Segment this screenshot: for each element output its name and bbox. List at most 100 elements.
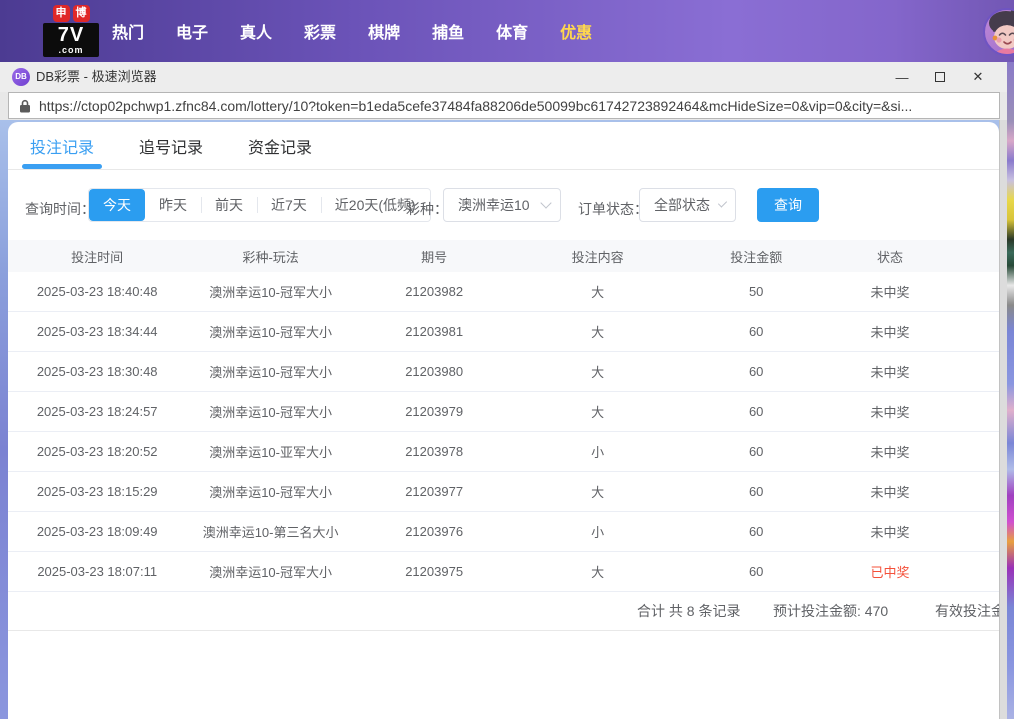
- status-select[interactable]: 全部状态: [639, 188, 736, 222]
- cell-time: 2025-03-23 18:07:11: [8, 564, 186, 579]
- col-header-content: 投注内容: [513, 247, 681, 266]
- cell-amount: 60: [682, 324, 831, 339]
- cell-issue: 21203976: [355, 524, 514, 539]
- search-button[interactable]: 查询: [757, 188, 819, 222]
- table-row: 2025-03-23 18:40:48 澳洲幸运10-冠军大小 21203982…: [8, 272, 999, 312]
- nav-item-live[interactable]: 真人: [238, 15, 274, 47]
- table-row: 2025-03-23 18:15:29 澳洲幸运10-冠军大小 21203977…: [8, 472, 999, 512]
- browser-scrollbar[interactable]: [999, 120, 1007, 719]
- time-option-today[interactable]: 今天: [89, 189, 145, 221]
- cell-game: 澳洲幸运10-冠军大小: [186, 282, 354, 301]
- cell-issue: 21203980: [355, 364, 514, 379]
- table-row: 2025-03-23 18:24:57 澳洲幸运10-冠军大小 21203979…: [8, 392, 999, 432]
- cell-game: 澳洲幸运10-第三名大小: [186, 522, 354, 541]
- cell-status: 未中奖: [831, 322, 950, 341]
- cell-amount: 60: [682, 364, 831, 379]
- table-row: 2025-03-23 18:07:11 澳洲幸运10-冠军大小 21203975…: [8, 552, 999, 592]
- cell-status: 未中奖: [831, 522, 950, 541]
- cell-time: 2025-03-23 18:30:48: [8, 364, 186, 379]
- col-header-time: 投注时间: [8, 247, 186, 266]
- summary-total-count: 合计 共 8 条记录: [637, 592, 740, 631]
- site-logo[interactable]: 申 博 7V .com: [42, 5, 100, 57]
- nav-item-cards[interactable]: 棋牌: [366, 15, 402, 47]
- minimize-icon: —: [896, 70, 909, 85]
- lottery-select-value: 澳洲幸运10: [458, 195, 530, 215]
- tab-bet-records[interactable]: 投注记录: [30, 134, 94, 158]
- cell-issue: 21203982: [355, 284, 514, 299]
- nav-item-promo[interactable]: 优惠: [558, 15, 594, 47]
- lottery-select[interactable]: 澳洲幸运10: [443, 188, 561, 222]
- tab-chase-records[interactable]: 追号记录: [139, 134, 203, 158]
- time-option-yesterday[interactable]: 昨天: [145, 189, 201, 221]
- nav-item-fishing[interactable]: 捕鱼: [430, 15, 466, 47]
- cell-content: 大: [513, 402, 681, 421]
- cell-amount: 50: [682, 284, 831, 299]
- cell-amount: 60: [682, 564, 831, 579]
- close-icon: ✕: [973, 69, 984, 85]
- cell-game: 澳洲幸运10-亚军大小: [186, 442, 354, 461]
- summary-bar: 合计 共 8 条记录 预计投注金额: 470 有效投注金额: [8, 592, 999, 631]
- col-header-game: 彩种-玩法: [186, 247, 354, 266]
- cell-status: 未中奖: [831, 282, 950, 301]
- active-tab-underline: [22, 164, 102, 169]
- records-panel: 投注记录 追号记录 资金记录 查询时间： 今天 昨天 前天 近7天 近20天(低…: [8, 122, 999, 719]
- record-tabs: 投注记录 追号记录 资金记录: [8, 122, 999, 170]
- table-row: 2025-03-23 18:20:52 澳洲幸运10-亚军大小 21203978…: [8, 432, 999, 472]
- minimize-button[interactable]: —: [883, 62, 921, 92]
- summary-valid-amount: 有效投注金额: [935, 592, 999, 631]
- logo-suffix-text: .com: [43, 46, 99, 55]
- cell-amount: 60: [682, 444, 831, 459]
- cell-issue: 21203975: [355, 564, 514, 579]
- window-controls: — ✕: [883, 62, 997, 92]
- cell-time: 2025-03-23 18:20:52: [8, 444, 186, 459]
- logo-badges: 申 博: [53, 5, 90, 22]
- db-browser-icon: DB: [12, 68, 30, 86]
- cell-amount: 60: [682, 484, 831, 499]
- status-select-value: 全部状态: [654, 195, 710, 215]
- chevron-down-icon: [540, 197, 551, 208]
- logo-block: 7V .com: [43, 23, 99, 57]
- cell-time: 2025-03-23 18:40:48: [8, 284, 186, 299]
- main-nav: 热门 电子 真人 彩票 棋牌 捕鱼 体育 优惠: [110, 0, 594, 62]
- cell-issue: 21203978: [355, 444, 514, 459]
- cell-content: 小: [513, 522, 681, 541]
- maximize-button[interactable]: [921, 62, 959, 92]
- cell-content: 大: [513, 362, 681, 381]
- address-bar[interactable]: https://ctop02pchwp1.zfnc84.com/lottery/…: [8, 92, 1000, 119]
- maximize-icon: [935, 72, 945, 82]
- avatar-image: [983, 8, 1014, 56]
- col-header-issue: 期号: [355, 247, 514, 266]
- desktop-background-strip: [1007, 62, 1014, 719]
- cell-status: 未中奖: [831, 442, 950, 461]
- cell-issue: 21203981: [355, 324, 514, 339]
- time-filter-group: 今天 昨天 前天 近7天 近20天(低频): [88, 188, 431, 222]
- chevron-down-icon: [718, 198, 727, 207]
- time-filter-label: 查询时间：: [25, 192, 95, 226]
- table-header: 投注时间 彩种-玩法 期号 投注内容 投注金额 状态: [8, 240, 999, 272]
- nav-item-lottery[interactable]: 彩票: [302, 15, 338, 47]
- time-option-7days[interactable]: 近7天: [257, 189, 321, 221]
- cell-status: 未中奖: [831, 402, 950, 421]
- nav-item-hot[interactable]: 热门: [110, 15, 146, 47]
- cell-amount: 60: [682, 404, 831, 419]
- browser-titlebar: DB DB彩票 - 极速浏览器 — ✕: [0, 62, 1007, 92]
- user-avatar[interactable]: [983, 8, 1014, 56]
- cell-time: 2025-03-23 18:15:29: [8, 484, 186, 499]
- filter-bar: 查询时间： 今天 昨天 前天 近7天 近20天(低频) 彩种： 澳洲幸运10 订…: [8, 170, 999, 240]
- cell-game: 澳洲幸运10-冠军大小: [186, 362, 354, 381]
- tab-fund-records[interactable]: 资金记录: [248, 134, 312, 158]
- cell-status: 未中奖: [831, 362, 950, 381]
- browser-urlbar: https://ctop02pchwp1.zfnc84.com/lottery/…: [0, 92, 1007, 120]
- cell-issue: 21203977: [355, 484, 514, 499]
- summary-expected-amount: 预计投注金额: 470: [773, 592, 888, 631]
- table-row: 2025-03-23 18:09:49 澳洲幸运10-第三名大小 2120397…: [8, 512, 999, 552]
- nav-item-sports[interactable]: 体育: [494, 15, 530, 47]
- cell-content: 大: [513, 282, 681, 301]
- col-header-status: 状态: [831, 247, 950, 266]
- time-option-day-before[interactable]: 前天: [201, 189, 257, 221]
- url-text: https://ctop02pchwp1.zfnc84.com/lottery/…: [39, 98, 912, 114]
- cell-amount: 60: [682, 524, 831, 539]
- nav-item-slots[interactable]: 电子: [174, 15, 210, 47]
- close-button[interactable]: ✕: [959, 62, 997, 92]
- logo-badge-bo: 博: [73, 5, 90, 22]
